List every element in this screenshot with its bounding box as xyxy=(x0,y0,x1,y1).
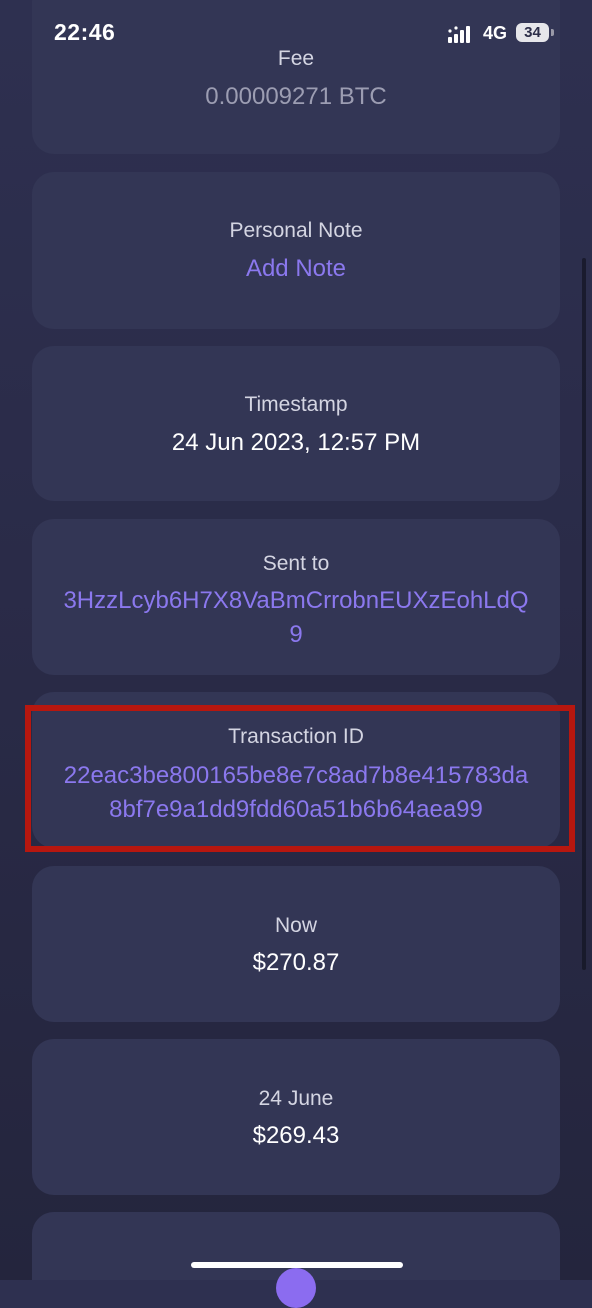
timestamp-card: Timestamp 24 Jun 2023, 12:57 PM xyxy=(32,346,560,501)
battery-cap xyxy=(551,29,554,36)
battery-icon: 34 xyxy=(516,23,554,43)
transaction-id-label: Transaction ID xyxy=(228,725,364,748)
status-time: 22:46 xyxy=(54,19,116,45)
network-type: 4G xyxy=(483,23,508,43)
value-then-card: 24 June $269.43 xyxy=(32,1039,560,1195)
personal-note-label: Personal Note xyxy=(229,219,363,242)
timestamp-label: Timestamp xyxy=(244,393,348,416)
sent-to-address[interactable]: 3HzzLcyb6H7X8VaBmCrrobnEUXzEohLdQ9 xyxy=(32,584,560,652)
value-then-amount: $269.43 xyxy=(252,1122,340,1149)
home-indicator[interactable] xyxy=(191,1262,403,1268)
status-bar: 22:46 4G 34 xyxy=(0,0,592,64)
transaction-id-card: Transaction ID 22eac3be800165be8e7c8ad7b… xyxy=(32,692,560,848)
personal-note-card: Personal Note Add Note xyxy=(32,172,560,329)
sent-to-label: Sent to xyxy=(262,552,330,575)
value-now-label: Now xyxy=(274,914,317,937)
add-note-link[interactable]: Add Note xyxy=(32,255,560,283)
timestamp-value: 24 Jun 2023, 12:57 PM xyxy=(171,429,421,456)
scrollbar[interactable] xyxy=(582,258,586,970)
value-now-card: Now $270.87 xyxy=(32,866,560,1022)
battery-level: 34 xyxy=(516,23,549,42)
floating-action-button[interactable] xyxy=(276,1268,316,1308)
fee-value: 0.00009271 BTC xyxy=(205,83,387,110)
signal-bars-icon xyxy=(448,26,470,43)
sent-to-card: Sent to 3HzzLcyb6H7X8VaBmCrrobnEUXzEohLd… xyxy=(32,519,560,675)
value-now-amount: $270.87 xyxy=(252,949,340,976)
transaction-id-value[interactable]: 22eac3be800165be8e7c8ad7b8e415783da8bf7e… xyxy=(32,759,560,827)
value-then-label: 24 June xyxy=(258,1087,334,1110)
